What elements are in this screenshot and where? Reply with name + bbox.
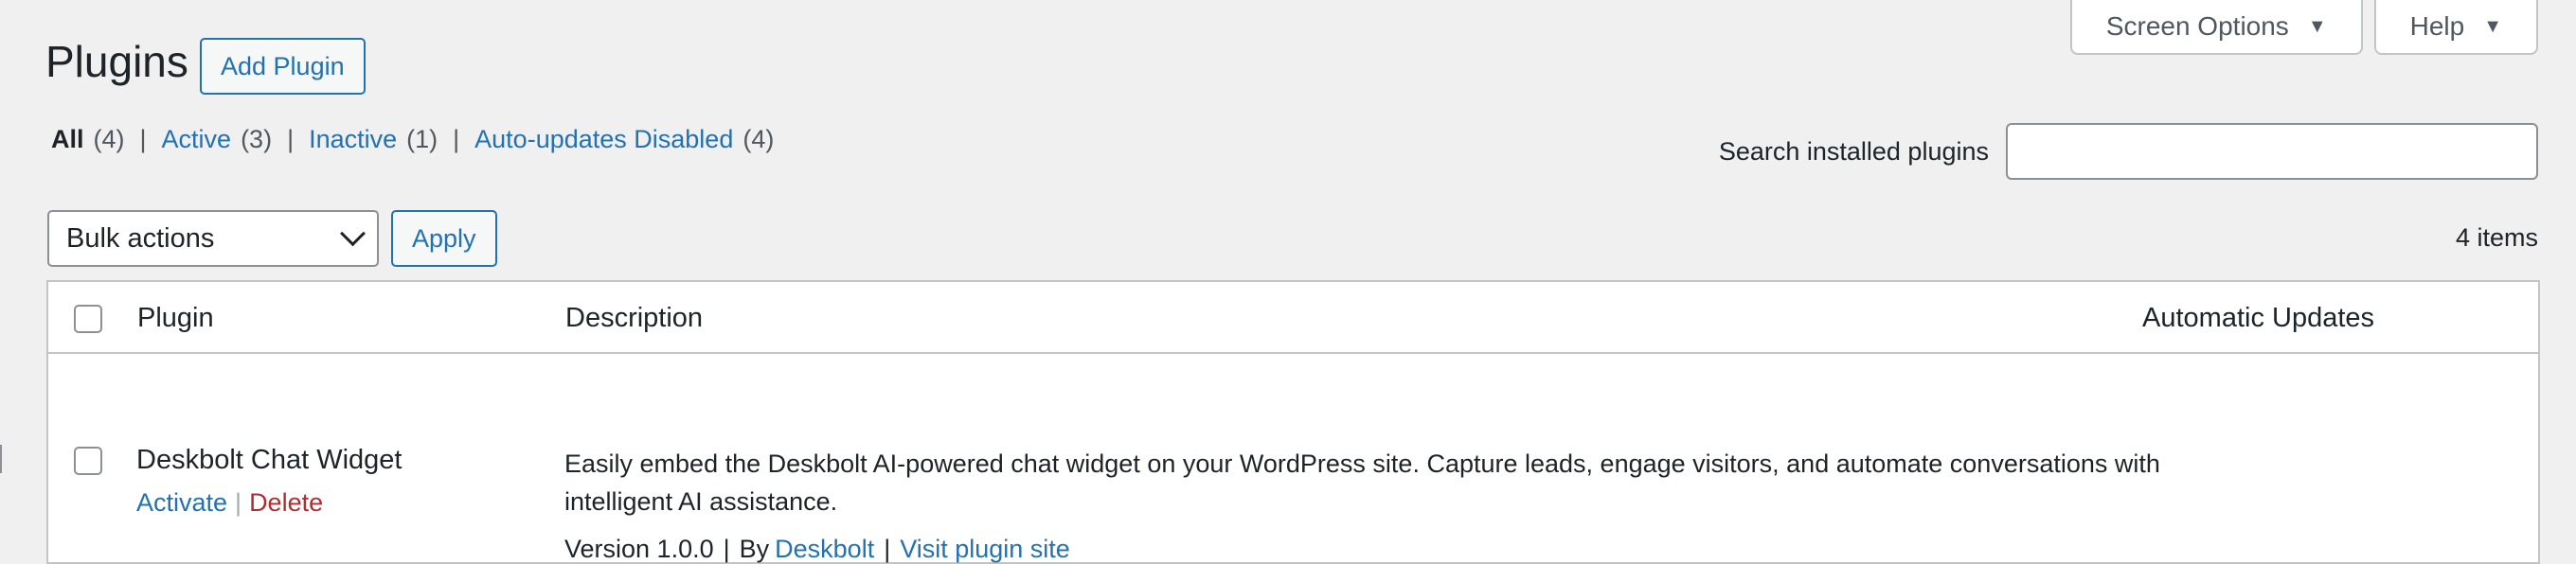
help-button[interactable]: Help ▼ bbox=[2373, 0, 2538, 55]
plugin-name: Deskbolt Chat Widget bbox=[136, 445, 402, 475]
author-link[interactable]: Deskbolt bbox=[775, 535, 874, 564]
action-separator: | bbox=[235, 488, 242, 517]
plugin-status-filters: All (4) | Active (3) | Inactive (1) | Au… bbox=[51, 125, 774, 154]
screen-meta-links: Screen Options ▼ Help ▼ bbox=[2069, 0, 2538, 55]
by-label: By bbox=[739, 535, 770, 563]
bulk-actions-select[interactable]: Bulk actions bbox=[47, 210, 379, 267]
table-header: Plugin Description Automatic Updates bbox=[48, 282, 2538, 354]
delete-link[interactable]: Delete bbox=[249, 488, 323, 518]
filter-separator: | bbox=[287, 125, 295, 153]
items-count: 4 items bbox=[2455, 223, 2538, 252]
filter-separator: | bbox=[139, 125, 147, 153]
plugin-meta: Version 1.0.0 | By Deskbolt | Visit plug… bbox=[564, 535, 1070, 564]
plugins-table: Plugin Description Automatic Updates Des… bbox=[46, 280, 2540, 564]
filter-active-count: (3) bbox=[241, 125, 273, 153]
caret-down-icon: ▼ bbox=[2307, 15, 2327, 37]
row-actions: Activate | Delete bbox=[136, 488, 323, 518]
select-all-checkbox[interactable] bbox=[74, 305, 102, 333]
page-edge-divider bbox=[0, 445, 8, 473]
filter-inactive-label[interactable]: Inactive bbox=[309, 125, 397, 154]
activate-link[interactable]: Activate bbox=[136, 488, 227, 518]
meta-separator: | bbox=[884, 535, 891, 563]
search-box: Search installed plugins bbox=[1719, 123, 2538, 180]
search-label: Search installed plugins bbox=[1718, 136, 1989, 166]
filter-inactive[interactable]: Inactive (1) bbox=[309, 125, 438, 154]
column-header-automatic-updates: Automatic Updates bbox=[2142, 303, 2375, 333]
filter-separator: | bbox=[453, 125, 460, 153]
filter-auto-updates-disabled-label[interactable]: Auto-updates Disabled bbox=[474, 125, 733, 154]
filter-active[interactable]: Active (3) bbox=[162, 125, 273, 154]
filter-inactive-count: (1) bbox=[406, 125, 438, 153]
apply-button[interactable]: Apply bbox=[391, 210, 497, 267]
filter-all[interactable]: All (4) bbox=[51, 125, 125, 154]
screen-options-label: Screen Options bbox=[2105, 11, 2289, 41]
plugin-description: Easily embed the Deskbolt AI-powered cha… bbox=[564, 449, 2160, 516]
add-plugin-button[interactable]: Add Plugin bbox=[200, 38, 366, 95]
screen-options-button[interactable]: Screen Options ▼ bbox=[2069, 0, 2363, 55]
column-header-plugin[interactable]: Plugin bbox=[137, 303, 214, 334]
chevron-down-icon bbox=[340, 220, 366, 246]
filter-active-label[interactable]: Active bbox=[162, 125, 232, 154]
caret-down-icon: ▼ bbox=[2483, 15, 2502, 37]
column-header-description: Description bbox=[565, 303, 704, 333]
row-checkbox[interactable] bbox=[74, 447, 102, 475]
filter-auto-updates-disabled[interactable]: Auto-updates Disabled (4) bbox=[474, 125, 774, 154]
search-input[interactable] bbox=[2006, 123, 2538, 180]
plugin-version: Version 1.0.0 bbox=[564, 535, 714, 563]
meta-separator: | bbox=[723, 535, 730, 563]
visit-plugin-site-link[interactable]: Visit plugin site bbox=[900, 535, 1070, 564]
bulk-actions-value: Bulk actions bbox=[66, 222, 215, 254]
filter-all-label: All bbox=[51, 125, 84, 153]
filter-auto-updates-disabled-count: (4) bbox=[742, 125, 775, 153]
page-title: Plugins bbox=[45, 37, 188, 86]
filter-all-count: (4) bbox=[93, 125, 125, 153]
help-label: Help bbox=[2409, 11, 2465, 41]
